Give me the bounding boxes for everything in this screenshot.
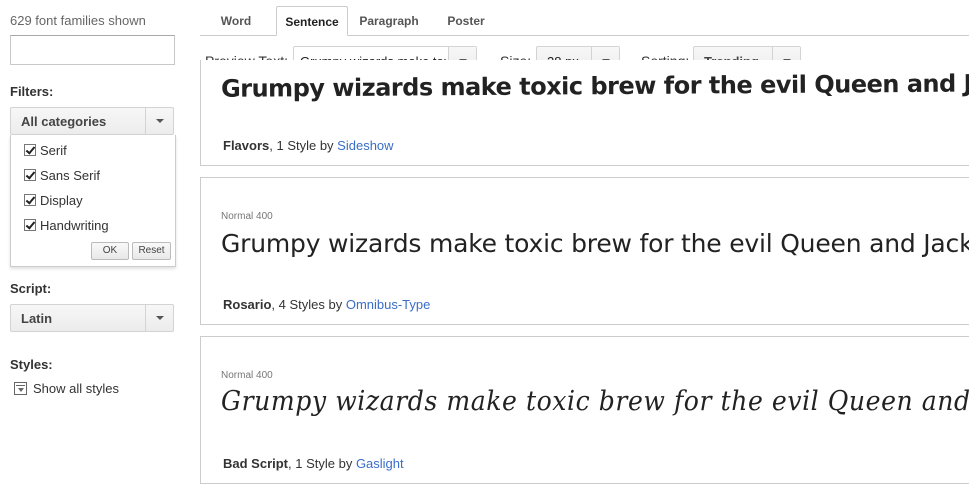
category-display[interactable]: Display (24, 193, 83, 209)
font-styles-count: , 1 Style by (269, 138, 338, 153)
chevron-down-icon[interactable] (145, 108, 173, 134)
ok-button[interactable]: OK (91, 242, 129, 260)
category-handwriting[interactable]: Handwriting (24, 218, 109, 234)
checkbox-checked-icon[interactable] (24, 144, 36, 156)
designer-link[interactable]: Gaslight (356, 456, 404, 471)
category-label: Sans Serif (40, 168, 100, 183)
font-meta: Flavors, 1 Style by Sideshow (223, 138, 394, 153)
font-card-bad-script: Normal 400 Grumpy wizards make toxic bre… (200, 336, 969, 484)
category-label: Handwriting (40, 218, 109, 233)
tab-sentence[interactable]: Sentence (276, 6, 348, 36)
font-name: Bad Script (223, 456, 289, 471)
category-label: Serif (40, 143, 67, 158)
font-name: Rosario (223, 297, 272, 312)
category-select[interactable]: All categories (10, 107, 174, 135)
category-select-label: All categories (21, 114, 107, 129)
font-sample: Grumpy wizards make toxic brew for the e… (221, 229, 969, 258)
font-meta: Bad Script, 1 Style by Gaslight (223, 456, 404, 471)
designer-link[interactable]: Omnibus-Type (346, 297, 431, 312)
category-filter-panel: Serif Sans Serif Display Handwriting OK … (10, 135, 176, 267)
checkbox-checked-icon[interactable] (24, 219, 36, 231)
preview-tabs: Word Sentence Paragraph Poster (200, 6, 969, 36)
font-style-label: Normal 400 (221, 370, 273, 381)
font-name: Flavors (223, 138, 270, 153)
designer-link[interactable]: Sideshow (337, 138, 393, 153)
font-style-label: Normal 400 (221, 211, 273, 222)
checkbox-checked-icon[interactable] (24, 169, 36, 181)
font-styles-count: , 1 Style by (288, 456, 356, 471)
reset-button[interactable]: Reset (132, 242, 171, 260)
font-card-rosario: Normal 400 Grumpy wizards make toxic bre… (200, 177, 969, 325)
script-select-label: Latin (21, 311, 53, 326)
category-serif[interactable]: Serif (24, 143, 67, 159)
category-label: Display (40, 193, 83, 208)
tab-word[interactable]: Word (214, 6, 258, 36)
show-all-styles-label: Show all styles (33, 381, 119, 396)
tab-poster[interactable]: Poster (440, 6, 492, 36)
styles-label: Styles: (10, 357, 53, 372)
script-select[interactable]: Latin (10, 304, 174, 332)
chevron-down-icon[interactable] (145, 305, 173, 331)
font-sample: Grumpy wizards make toxic brew for the e… (221, 386, 969, 417)
font-sample: Grumpy wizards make toxic brew for the e… (220, 69, 969, 103)
show-all-styles-toggle[interactable]: Show all styles (14, 381, 119, 396)
font-styles-count: , 4 Styles by (271, 297, 346, 312)
script-label: Script: (10, 281, 52, 296)
font-meta: Rosario, 4 Styles by Omnibus-Type (223, 297, 430, 312)
expand-styles-icon (14, 382, 27, 395)
tab-paragraph[interactable]: Paragraph (354, 6, 424, 36)
category-sans-serif[interactable]: Sans Serif (24, 168, 100, 184)
sidebar: 629 font families shown Filters: All cat… (0, 0, 200, 486)
filters-label: Filters: (10, 84, 54, 99)
family-count: 629 font families shown (10, 13, 146, 28)
checkbox-checked-icon[interactable] (24, 194, 36, 206)
font-card-flavors: Grumpy wizards make toxic brew for the e… (200, 60, 969, 166)
search-input[interactable] (10, 35, 175, 65)
